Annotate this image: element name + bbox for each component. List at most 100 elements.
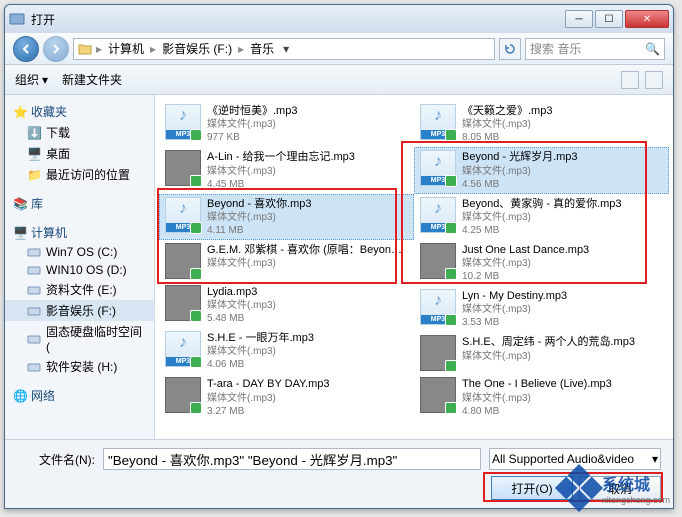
library-icon: 📚 (13, 197, 27, 211)
file-item[interactable]: ♪MP3S.H.E - 一眼万年.mp3媒体文件(.mp3)4.06 MB (159, 328, 414, 374)
computer-group[interactable]: 🖥️ 计算机 (5, 222, 154, 243)
file-item[interactable]: Just One Last Dance.mp3媒体文件(.mp3)10.2 MB (414, 240, 669, 286)
forward-button[interactable] (43, 36, 69, 62)
maximize-button[interactable]: ☐ (595, 10, 623, 28)
drive-icon (27, 332, 41, 346)
address-bar[interactable]: ▸ 计算机 ▸ 影音娱乐 (F:) ▸ 音乐 ▾ (73, 38, 495, 60)
play-badge-icon (445, 402, 457, 414)
app-icon (9, 11, 25, 27)
file-type: 媒体文件(.mp3) (207, 118, 408, 131)
play-badge-icon (190, 310, 202, 322)
sidebar-item[interactable]: 资料文件 (E:) (5, 279, 154, 300)
refresh-button[interactable] (499, 38, 521, 60)
sidebar-item[interactable]: 影音娱乐 (F:) (5, 300, 154, 321)
sidebar-item[interactable]: 📁最近访问的位置 (5, 164, 154, 185)
watermark: 系统城 xitongcheng.com (562, 471, 670, 505)
album-cover (165, 285, 201, 321)
chevron-right-icon[interactable]: ▸ (236, 42, 246, 56)
play-badge-icon (445, 314, 457, 326)
file-item[interactable]: Lydia.mp3媒体文件(.mp3)5.48 MB (159, 282, 414, 328)
play-badge-icon (445, 222, 457, 234)
close-button[interactable]: ✕ (625, 10, 669, 28)
nav-pane: ⭐ 收藏夹 ⬇️下载🖥️桌面📁最近访问的位置 📚 库 🖥️ 计算机 Win7 O… (5, 95, 155, 439)
network-icon: 🌐 (13, 389, 27, 403)
search-input[interactable]: 搜索 音乐 🔍 (525, 38, 665, 60)
file-size: 10.2 MB (462, 270, 663, 283)
folder-icon (78, 42, 92, 56)
file-info: Beyond、黄家驹 - 真的爱你.mp3媒体文件(.mp3)4.25 MB (462, 197, 663, 237)
file-size: 5.48 MB (207, 312, 408, 325)
file-name: Lydia.mp3 (207, 285, 408, 299)
sidebar-label: 软件安装 (H:) (46, 358, 117, 375)
file-info: 《逆时恒美》.mp3媒体文件(.mp3)977 KB (207, 104, 408, 144)
sidebar-item[interactable]: 🖥️桌面 (5, 143, 154, 164)
file-list[interactable]: ♪MP3《逆时恒美》.mp3媒体文件(.mp3)977 KBA-Lin - 给我… (155, 95, 673, 439)
drive-icon (27, 245, 41, 259)
file-item[interactable]: The One - I Believe (Live).mp3媒体文件(.mp3)… (414, 374, 669, 420)
file-size: 4.56 MB (462, 178, 663, 191)
file-item[interactable]: T-ara - DAY BY DAY.mp3媒体文件(.mp3)3.27 MB (159, 374, 414, 420)
play-badge-icon (445, 268, 457, 280)
sidebar-item[interactable]: Win7 OS (C:) (5, 243, 154, 261)
crumb-computer[interactable]: 计算机 (106, 40, 146, 57)
file-name: 《天籁之爱》.mp3 (462, 104, 663, 118)
mp3-icon: ♪MP3 (165, 197, 201, 233)
sidebar-item[interactable]: 软件安装 (H:) (5, 356, 154, 377)
file-item[interactable]: ♪MP3《逆时恒美》.mp3媒体文件(.mp3)977 KB (159, 101, 414, 147)
nav-toolbar: ▸ 计算机 ▸ 影音娱乐 (F:) ▸ 音乐 ▾ 搜索 音乐 🔍 (5, 33, 673, 65)
file-size: 3.53 MB (462, 316, 663, 329)
minimize-button[interactable]: ─ (565, 10, 593, 28)
drive-icon: 🖥️ (27, 147, 41, 161)
sidebar-label: 资料文件 (E:) (46, 281, 117, 298)
sidebar-item[interactable]: 固态硬盘临时空间 ( (5, 321, 154, 356)
view-menu[interactable] (621, 71, 639, 89)
play-badge-icon (445, 360, 457, 372)
file-type: 媒体文件(.mp3) (462, 350, 663, 363)
file-name: S.H.E、周定纬 - 两个人的荒岛.mp3 (462, 335, 663, 349)
file-info: Just One Last Dance.mp3媒体文件(.mp3)10.2 MB (462, 243, 663, 283)
file-type: 媒体文件(.mp3) (462, 257, 663, 270)
file-type: 媒体文件(.mp3) (207, 345, 408, 358)
play-badge-icon (190, 175, 202, 187)
file-item[interactable]: ♪MP3《天籁之爱》.mp3媒体文件(.mp3)8.05 MB (414, 101, 669, 147)
search-placeholder: 搜索 音乐 (530, 40, 581, 57)
chevron-right-icon[interactable]: ▸ (94, 42, 104, 56)
drive-icon: ⬇️ (27, 126, 41, 140)
filename-label: 文件名(N): (17, 451, 95, 468)
file-item[interactable]: ♪MP3Beyond - 光辉岁月.mp3媒体文件(.mp3)4.56 MB (414, 147, 669, 193)
back-button[interactable] (13, 36, 39, 62)
address-dropdown[interactable]: ▾ (278, 42, 294, 56)
drive-icon (27, 263, 41, 277)
file-item[interactable]: G.E.M. 邓紫棋 - 喜欢你 (原唱：Beyond).mp3媒体文件(.mp… (159, 240, 414, 282)
file-item[interactable]: ♪MP3Lyn - My Destiny.mp3媒体文件(.mp3)3.53 M… (414, 286, 669, 332)
organize-menu[interactable]: 组织 ▾ (15, 71, 48, 88)
file-name: T-ara - DAY BY DAY.mp3 (207, 377, 408, 391)
file-item[interactable]: S.H.E、周定纬 - 两个人的荒岛.mp3媒体文件(.mp3) (414, 332, 669, 374)
file-name: 《逆时恒美》.mp3 (207, 104, 408, 118)
file-size: 4.25 MB (462, 224, 663, 237)
file-size: 4.80 MB (462, 405, 663, 418)
file-item[interactable]: ♪MP3Beyond - 喜欢你.mp3媒体文件(.mp3)4.11 MB (159, 194, 414, 240)
sidebar-item[interactable]: WIN10 OS (D:) (5, 261, 154, 279)
file-item[interactable]: ♪MP3Beyond、黄家驹 - 真的爱你.mp3媒体文件(.mp3)4.25 … (414, 194, 669, 240)
play-badge-icon (445, 175, 457, 187)
file-type: 媒体文件(.mp3) (207, 257, 408, 270)
file-info: 《天籁之爱》.mp3媒体文件(.mp3)8.05 MB (462, 104, 663, 144)
play-badge-icon (190, 222, 202, 234)
help-button[interactable] (645, 71, 663, 89)
crumb-drive[interactable]: 影音娱乐 (F:) (160, 40, 234, 57)
file-item[interactable]: A-Lin - 给我一个理由忘记.mp3媒体文件(.mp3)4.45 MB (159, 147, 414, 193)
play-badge-icon (190, 129, 202, 141)
mp3-icon: ♪MP3 (420, 104, 456, 140)
libraries-group[interactable]: 📚 库 (5, 193, 154, 214)
chevron-down-icon: ▾ (42, 73, 48, 87)
file-name: Beyond - 喜欢你.mp3 (207, 197, 408, 211)
crumb-folder[interactable]: 音乐 (248, 40, 276, 57)
filename-input[interactable] (103, 448, 481, 470)
chevron-right-icon[interactable]: ▸ (148, 42, 158, 56)
network-group[interactable]: 🌐 网络 (5, 385, 154, 406)
favorites-group[interactable]: ⭐ 收藏夹 (5, 101, 154, 122)
mp3-icon: ♪MP3 (165, 104, 201, 140)
new-folder-button[interactable]: 新建文件夹 (62, 71, 122, 88)
sidebar-item[interactable]: ⬇️下载 (5, 122, 154, 143)
